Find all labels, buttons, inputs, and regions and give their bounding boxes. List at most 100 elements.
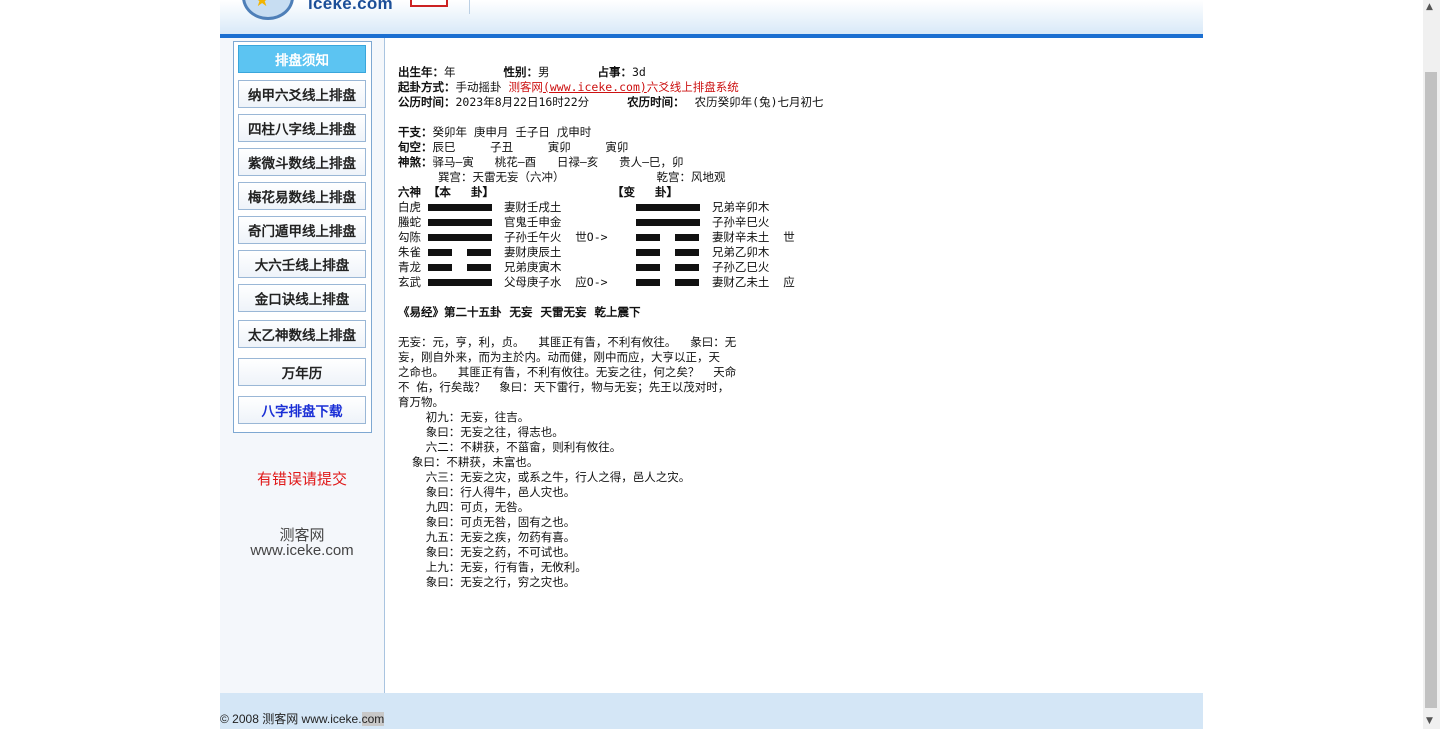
- yao-text-line: 象曰：行人得牛，邑人灾也。: [398, 485, 576, 499]
- liushen-label: 螣蛇: [398, 215, 421, 229]
- scroll-thumb[interactable]: [1425, 72, 1437, 708]
- birth-year-value: 年: [444, 65, 456, 79]
- bian-yao-text: 妻财乙未土 应: [711, 275, 795, 289]
- hexagram-row: 玄武 父母庚子水 应O-> 妻财乙未土 应: [398, 275, 1198, 290]
- footer-highlight: com: [361, 712, 385, 726]
- ben-yao-glyph: [427, 275, 504, 290]
- xunkong-value: 辰巳 子丑 寅卯 寅卯: [432, 140, 629, 154]
- bian-yao-glyph: [635, 200, 712, 215]
- bian-yao-glyph: [635, 275, 712, 290]
- nav-button-ziwei[interactable]: 紫微斗数线上排盘: [238, 148, 366, 176]
- system-link-suffix: 六爻线上排盘系统: [646, 80, 739, 94]
- solar-label: 公历时间：: [398, 95, 456, 109]
- bian-yao-text: 兄弟乙卯木: [711, 245, 770, 259]
- classic-text-line: 不 佑，行矣哉？ 象曰：天下雷行，物与无妄；先王以茂对时，: [398, 380, 730, 394]
- ben-yao-text: 子孙壬午火 世O->: [503, 230, 608, 244]
- palace-main: 巽宫：天雷无妄（六冲）: [438, 170, 565, 184]
- bian-yao-text: 子孙辛巳火: [711, 215, 770, 229]
- ganzhi-row: 干支：癸卯年 庚申月 壬子日 戊申时: [398, 125, 1198, 140]
- scroll-down-arrow-icon[interactable]: ▼: [1426, 716, 1433, 726]
- site-header: ★ iceke.com: [220, 0, 1203, 38]
- col-liushen: 六神: [398, 185, 421, 199]
- vertical-scrollbar[interactable]: ▲ ▼: [1423, 0, 1440, 729]
- classic-title: 《易经》第二十五卦 无妄 天雷无妄 乾上震下: [398, 305, 641, 319]
- hexagram-row: 青龙 兄弟庚寅木 子孙乙巳火: [398, 260, 1198, 275]
- system-link-prefix: 测客网: [508, 80, 543, 94]
- lunar-value: 农历癸卯年(兔)七月初七: [694, 95, 824, 109]
- scroll-up-arrow-icon[interactable]: ▲: [1426, 2, 1433, 12]
- yao-text-line: 象曰：可贞无咎，固有之也。: [398, 515, 576, 529]
- footer-text: © 2008 测客网 www.iceke.: [220, 712, 362, 726]
- nav-button-download[interactable]: 八字排盘下载: [238, 396, 366, 424]
- ben-yao-glyph: [427, 245, 504, 260]
- footer: © 2008 测客网 www.iceke.com: [220, 693, 1203, 729]
- classic-text-line: 妄，刚自外来，而为主於内。动而健，刚中而应，大亨以正，天: [398, 350, 720, 364]
- ganzhi-label: 干支：: [398, 125, 433, 139]
- system-link[interactable]: 测客网(www.iceke.com)六爻线上排盘系统: [508, 80, 738, 94]
- liushen-label: 勾陈: [398, 230, 421, 244]
- nav-button-meihua[interactable]: 梅花易数线上排盘: [238, 182, 366, 210]
- classic-yao-lines: 初九：无妄，往吉。 象曰：无妄之往，得志也。 六二：不耕获，不菑畲，则利有攸往。…: [398, 410, 1198, 590]
- xunkong-row: 旬空：辰巳 子丑 寅卯 寅卯: [398, 140, 1198, 155]
- hexagram-header: 六神 【本 卦】 【变 卦】: [398, 185, 1198, 200]
- ben-yao-glyph: [427, 260, 504, 275]
- yao-text-line: 象曰：无妄之行，穷之灾也。: [398, 575, 576, 589]
- site-url: www.iceke.com: [250, 542, 354, 559]
- ben-yao-text: 父母庚子水 应O->: [503, 275, 608, 289]
- nav-button-qimen[interactable]: 奇门遁甲线上排盘: [238, 216, 366, 244]
- nav-button-calendar[interactable]: 万年历: [238, 358, 366, 386]
- nav-menu: 排盘须知 纳甲六爻线上排盘 四柱八字线上排盘 紫微斗数线上排盘 梅花易数线上排盘…: [233, 41, 372, 433]
- liushen-label: 青龙: [398, 260, 421, 274]
- ben-yao-text: 兄弟庚寅木: [503, 260, 562, 274]
- palace-row: 巽宫：天雷无妄（六冲） 乾宫：风地观: [398, 170, 1198, 185]
- yao-text-line: 上九：无妄，行有眚，无攸利。: [398, 560, 587, 574]
- hexagram-row: 螣蛇 官鬼壬申金 子孙辛巳火: [398, 215, 1198, 230]
- birth-year-label: 出生年：: [398, 65, 444, 79]
- liushen-label: 玄武: [398, 275, 421, 289]
- nav-button-liuyao[interactable]: 纳甲六爻线上排盘: [238, 80, 366, 108]
- classic-text-line: 育万物。: [398, 395, 444, 409]
- ben-yao-text: 妻财庚辰土: [503, 245, 562, 259]
- shensha-label: 神煞：: [398, 155, 433, 169]
- nav-button-liuren[interactable]: 大六壬线上排盘: [238, 250, 366, 278]
- classic-text-line: 之命也。 其匪正有眚，不利有攸往。无妄之往，何之矣？ 天命: [398, 365, 737, 379]
- method-value: 手动摇卦: [455, 80, 502, 94]
- solar-value: 2023年8月22日16时22分: [455, 95, 590, 109]
- header-divider: [469, 0, 470, 14]
- shensha-row: 神煞：驿马—寅 桃花—酉 日禄—亥 贵人—巳，卯: [398, 155, 1198, 170]
- classic-paragraph: 无妄：元，亨，利，贞。 其匪正有眚，不利有攸往。 彖曰：无 妄，刚自外来，而为主於…: [398, 335, 1198, 410]
- hexagram-row: 白虎 妻财壬戌土 兄弟辛卯木: [398, 200, 1198, 215]
- logo-text[interactable]: iceke.com: [308, 0, 393, 14]
- hexagram-row: 勾陈 子孙壬午火 世O-> 妻财辛未土 世: [398, 230, 1198, 245]
- classic-text-line: 无妄：元，亨，利，贞。 其匪正有眚，不利有攸往。 彖曰：无: [398, 335, 737, 349]
- nav-button-taiyi[interactable]: 太乙神数线上排盘: [238, 320, 366, 348]
- xunkong-label: 旬空：: [398, 140, 433, 154]
- liushen-label: 朱雀: [398, 245, 421, 259]
- bian-yao-text: 子孙乙巳火: [711, 260, 770, 274]
- logo-decoration: [410, 0, 448, 7]
- yao-text-line: 象曰：不耕获，未富也。: [398, 455, 539, 469]
- nav-button-jinkou[interactable]: 金口诀线上排盘: [238, 284, 366, 312]
- bian-yao-glyph: [635, 230, 712, 245]
- ben-yao-text: 妻财壬戌土: [503, 200, 562, 214]
- yao-text-line: 初九：无妄，往吉。: [398, 410, 530, 424]
- liushen-label: 白虎: [398, 200, 421, 214]
- ben-yao-text: 官鬼壬申金: [503, 215, 562, 229]
- info-row-time: 公历时间：2023年8月22日16时22分 农历时间： 农历癸卯年(兔)七月初七: [398, 95, 1198, 110]
- bian-yao-glyph: [635, 245, 712, 260]
- method-label: 起卦方式：: [398, 80, 456, 94]
- report-error-link[interactable]: 有错误请提交: [220, 468, 384, 489]
- col-ben-gua: 【本 卦】: [427, 185, 494, 199]
- result-panel: 出生年：年 性别：男 占事：3d 起卦方式：手动摇卦 测客网(www.iceke.c…: [398, 65, 1198, 590]
- yao-text-line: 九四：可贞，无咎。: [398, 500, 530, 514]
- bian-yao-text: 兄弟辛卯木: [711, 200, 770, 214]
- nav-button-bazi[interactable]: 四柱八字线上排盘: [238, 114, 366, 142]
- yao-text-line: 九五：无妄之疾，勿药有喜。: [398, 530, 576, 544]
- footer-copyright: © 2008 测客网 www.iceke.com: [220, 710, 385, 727]
- sidebar: 排盘须知 纳甲六爻线上排盘 四柱八字线上排盘 紫微斗数线上排盘 梅花易数线上排盘…: [220, 38, 385, 693]
- gender-label: 性别：: [503, 65, 539, 79]
- nav-button-guide[interactable]: 排盘须知: [238, 45, 366, 73]
